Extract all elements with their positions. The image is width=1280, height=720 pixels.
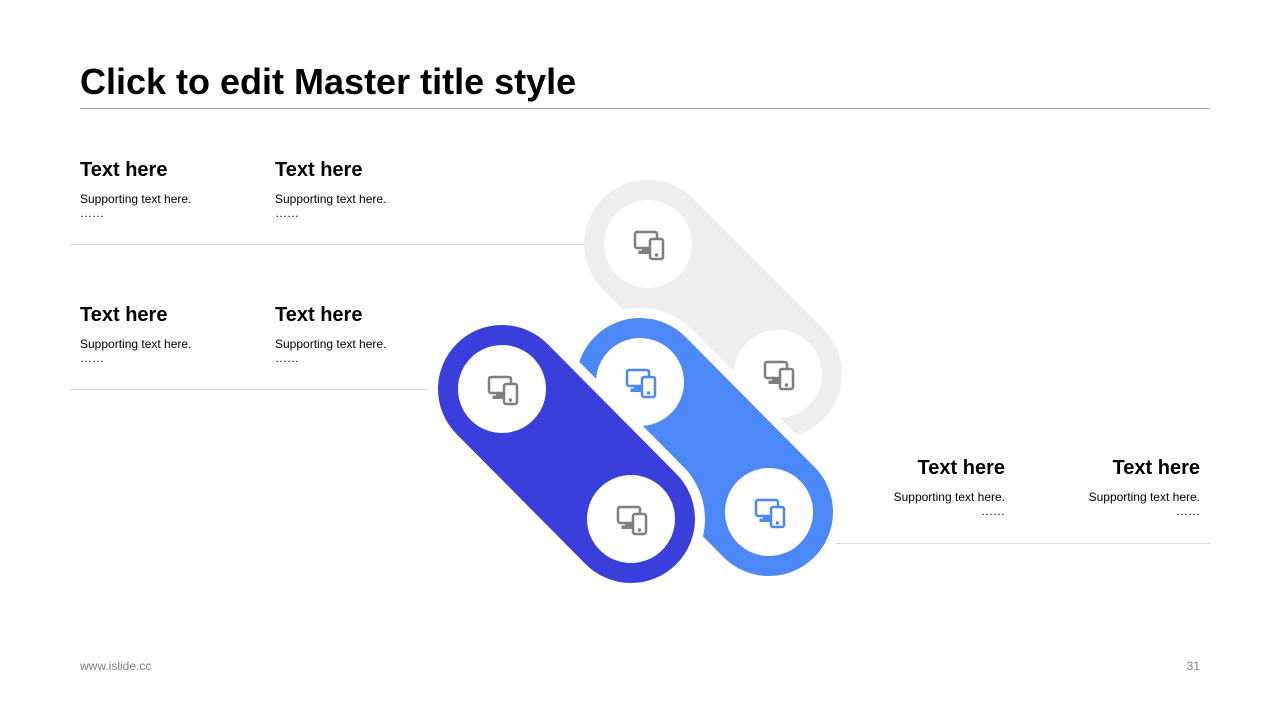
gray-capsule-hole-top xyxy=(604,200,692,288)
indigo-capsule-hole-top xyxy=(458,345,546,433)
capsule-graphic xyxy=(428,180,843,593)
indigo-capsule-hole-bottom xyxy=(587,475,675,563)
blue-capsule-hole-bottom xyxy=(725,468,813,556)
page-number: 31 xyxy=(1186,659,1200,673)
footer-url: www.islide.cc xyxy=(80,659,152,673)
